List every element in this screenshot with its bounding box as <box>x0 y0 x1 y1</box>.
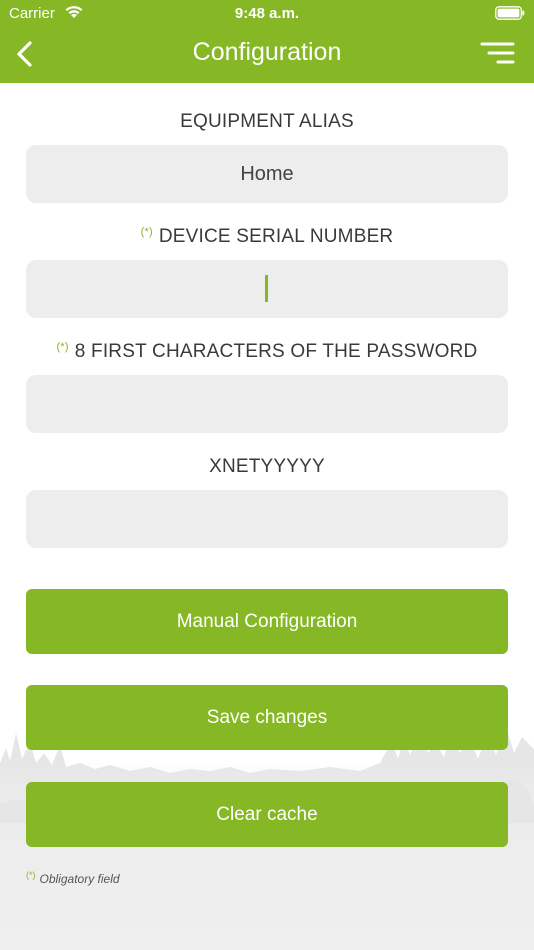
required-marker: (*) <box>26 870 36 880</box>
menu-button[interactable] <box>476 40 516 70</box>
text-cursor <box>265 275 268 302</box>
back-button[interactable] <box>10 36 50 76</box>
equipment-alias-label: EQUIPMENT ALIAS <box>180 111 354 132</box>
status-bar: Carrier 9:48 a.m. <box>0 0 534 28</box>
xnet-input[interactable] <box>26 490 508 548</box>
battery-icon <box>495 6 525 20</box>
xnet-label: XNETYYYYY <box>209 456 325 477</box>
save-changes-button[interactable]: Save changes <box>26 685 508 750</box>
nav-bar: Configuration <box>0 28 534 83</box>
obligatory-field-note: (*) Obligatory field <box>26 870 120 886</box>
clear-cache-button[interactable]: Clear cache <box>26 782 508 847</box>
equipment-alias-input[interactable] <box>26 145 508 203</box>
required-marker: (*) <box>140 226 153 238</box>
chevron-left-icon <box>17 41 32 67</box>
password-label: (*) 8 FIRST CHARACTERS OF THE PASSWORD <box>56 341 478 362</box>
page-title: Configuration <box>192 38 342 66</box>
password-input[interactable] <box>26 375 508 433</box>
configuration-form: EQUIPMENT ALIAS (*)DEVICE SERIAL NUMBER … <box>0 83 534 950</box>
manual-configuration-button[interactable]: Manual Configuration <box>26 589 508 654</box>
menu-icon <box>480 42 515 64</box>
required-marker: (*) <box>56 341 69 353</box>
serial-number-label: (*) DEVICE SERIAL NUMBER <box>140 226 394 247</box>
status-time: 9:48 a.m. <box>234 5 300 22</box>
